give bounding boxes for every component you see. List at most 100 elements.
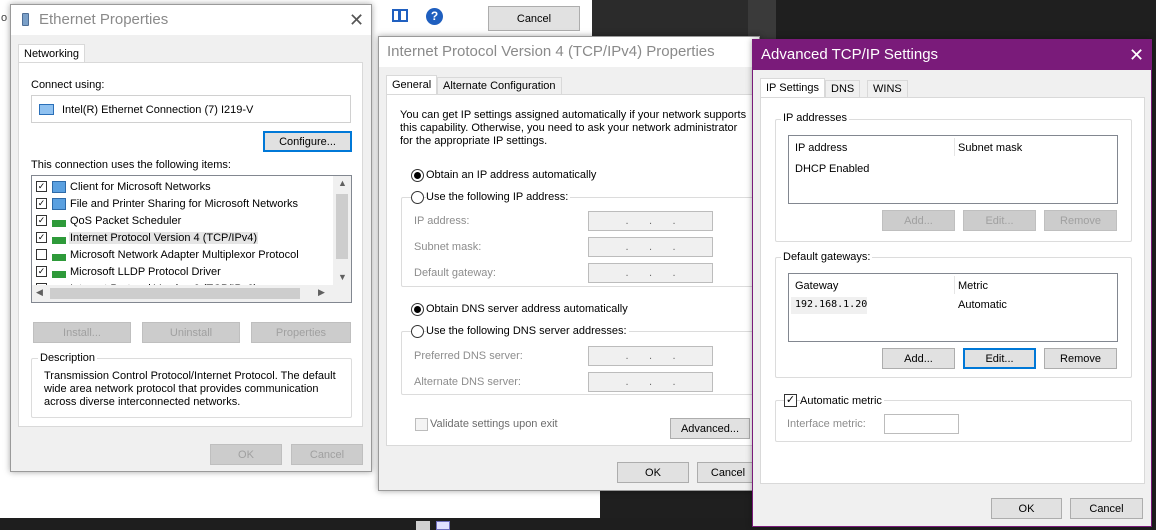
- help-icon[interactable]: ?: [426, 8, 443, 25]
- validate-label[interactable]: Validate settings upon exit: [430, 418, 558, 430]
- alternate-dns-input[interactable]: ...: [588, 372, 713, 392]
- scroll-down-icon[interactable]: ▼: [338, 272, 347, 282]
- scroll-right-icon[interactable]: ▶: [318, 287, 325, 298]
- tab-networking[interactable]: Networking: [18, 44, 86, 63]
- horizontal-scrollbar[interactable]: ◀ ▶: [32, 285, 351, 302]
- list-item[interactable]: Microsoft Network Adapter Multiplexor Pr…: [34, 246, 324, 263]
- install-button[interactable]: Install...: [33, 322, 131, 343]
- item-checkbox[interactable]: ✓: [36, 266, 47, 277]
- list-item[interactable]: ✓ File and Printer Sharing for Microsoft …: [34, 195, 324, 212]
- default-gateway-label: Default gateway:: [414, 267, 496, 279]
- ipv4-ok-button[interactable]: OK: [617, 462, 689, 483]
- tab-dns[interactable]: DNS: [825, 80, 861, 97]
- taskbar-strip: [0, 518, 760, 530]
- adapter-name: Intel(R) Ethernet Connection (7) I219-V: [62, 104, 254, 116]
- protocol-icon: [52, 214, 66, 227]
- ip-addresses-list[interactable]: IP address Subnet mask DHCP Enabled: [788, 135, 1118, 204]
- validate-checkbox[interactable]: [415, 418, 428, 431]
- network-client-icon: [52, 180, 66, 193]
- interface-metric-label: Interface metric:: [787, 418, 866, 430]
- intro-text: You can get IP settings assigned automat…: [400, 109, 747, 147]
- edit-ip-button[interactable]: Edit...: [963, 210, 1036, 231]
- adapter-field: Intel(R) Ethernet Connection (7) I219-V: [31, 95, 351, 123]
- item-label: QoS Packet Scheduler: [70, 214, 182, 227]
- item-checkbox[interactable]: ✓: [36, 215, 47, 226]
- subnet-mask-input[interactable]: ...: [588, 237, 713, 257]
- description-text: Transmission Control Protocol/Internet P…: [44, 370, 336, 408]
- uninstall-button[interactable]: Uninstall: [142, 322, 240, 343]
- list-item[interactable]: ✓ QoS Packet Scheduler: [34, 212, 324, 229]
- advanced-button[interactable]: Advanced...: [670, 418, 750, 439]
- obtain-dns-auto-radio[interactable]: [411, 303, 424, 316]
- properties-button[interactable]: Properties: [251, 322, 351, 343]
- panel-view-icon[interactable]: [392, 9, 408, 22]
- interface-metric-input[interactable]: [884, 414, 959, 434]
- add-ip-button[interactable]: Add...: [882, 210, 955, 231]
- item-checkbox[interactable]: [36, 249, 47, 260]
- automatic-metric-checkbox[interactable]: ✓: [784, 394, 797, 407]
- configure-button[interactable]: Configure...: [263, 131, 352, 152]
- background-fragment-text: o: [1, 12, 8, 24]
- advanced-close-icon[interactable]: ✕: [1129, 46, 1144, 64]
- edit-gateway-button[interactable]: Edit...: [963, 348, 1036, 369]
- gateway-value[interactable]: 192.168.1.20: [795, 299, 867, 310]
- obtain-ip-auto-radio[interactable]: [411, 169, 424, 182]
- network-client-icon: [52, 197, 66, 210]
- col-ip-address[interactable]: IP address: [795, 142, 847, 154]
- network-adapter-icon: [39, 104, 54, 115]
- dhcp-enabled-row[interactable]: DHCP Enabled: [795, 163, 869, 175]
- taskbar-icon-2[interactable]: [436, 521, 450, 530]
- tab-ip-settings[interactable]: IP Settings: [760, 78, 825, 97]
- background-window-edge: [748, 0, 776, 40]
- automatic-metric-label[interactable]: Automatic metric: [800, 395, 884, 407]
- alternate-dns-label: Alternate DNS server:: [414, 376, 521, 388]
- use-following-ip-radio[interactable]: [411, 191, 424, 204]
- item-checkbox[interactable]: ✓: [36, 198, 47, 209]
- use-following-dns-radio[interactable]: [411, 325, 424, 338]
- scroll-left-icon[interactable]: ◀: [36, 287, 43, 298]
- tab-wins[interactable]: WINS: [867, 80, 908, 97]
- close-icon[interactable]: ✕: [349, 11, 364, 29]
- ip-address-input[interactable]: ...: [588, 211, 713, 231]
- scroll-up-icon[interactable]: ▲: [338, 178, 347, 188]
- ethernet-cancel-button[interactable]: Cancel: [291, 444, 363, 465]
- ethernet-ok-button[interactable]: OK: [210, 444, 282, 465]
- vertical-scrollbar[interactable]: ▲ ▼: [333, 176, 351, 285]
- preferred-dns-input[interactable]: ...: [588, 346, 713, 366]
- col-metric[interactable]: Metric: [958, 280, 988, 292]
- obtain-ip-auto-label[interactable]: Obtain an IP address automatically: [426, 169, 596, 181]
- default-gateways-list[interactable]: Gateway Metric 192.168.1.20 Automatic: [788, 273, 1118, 342]
- remove-ip-button[interactable]: Remove: [1044, 210, 1117, 231]
- ethernet-properties-window: Ethernet Properties ✕ Networking Connect…: [10, 4, 372, 472]
- col-gateway[interactable]: Gateway: [795, 280, 838, 292]
- tab-general[interactable]: General: [386, 75, 438, 94]
- taskbar-icon[interactable]: [416, 521, 430, 530]
- list-item[interactable]: ✓ Client for Microsoft Networks: [34, 178, 324, 195]
- use-following-dns-label[interactable]: Use the following DNS server addresses:: [426, 325, 629, 337]
- metric-value[interactable]: Automatic: [958, 299, 1007, 311]
- advanced-ok-button[interactable]: OK: [991, 498, 1062, 519]
- horizontal-scroll-thumb[interactable]: [50, 288, 300, 299]
- default-gateway-input[interactable]: ...: [588, 263, 713, 283]
- obtain-dns-auto-label[interactable]: Obtain DNS server address automatically: [426, 303, 628, 315]
- list-item[interactable]: ✓ Internet Protocol Version 4 (TCP/IPv4): [34, 229, 324, 246]
- ipv4-cancel-button[interactable]: Cancel: [697, 462, 759, 483]
- default-gateways-label: Default gateways:: [781, 251, 873, 263]
- list-item[interactable]: ✓ Microsoft LLDP Protocol Driver: [34, 263, 324, 280]
- vertical-scroll-thumb[interactable]: [336, 194, 348, 259]
- ethernet-window-title: Ethernet Properties: [39, 11, 169, 28]
- use-following-ip-label[interactable]: Use the following IP address:: [426, 191, 571, 203]
- advanced-cancel-button[interactable]: Cancel: [1070, 498, 1143, 519]
- col-subnet-mask[interactable]: Subnet mask: [958, 142, 1022, 154]
- advanced-window-title: Advanced TCP/IP Settings: [761, 46, 939, 63]
- item-checkbox[interactable]: ✓: [36, 232, 47, 243]
- background-cancel-button[interactable]: Cancel: [488, 6, 580, 31]
- item-checkbox[interactable]: ✓: [36, 181, 47, 192]
- add-gateway-button[interactable]: Add...: [882, 348, 955, 369]
- item-label: Internet Protocol Version 4 (TCP/IPv4): [69, 231, 259, 244]
- ip-address-label: IP address:: [414, 215, 470, 227]
- background-window-dark-strip: [592, 0, 752, 40]
- remove-gateway-button[interactable]: Remove: [1044, 348, 1117, 369]
- subnet-mask-label: Subnet mask:: [414, 241, 482, 253]
- tab-alternate-configuration[interactable]: Alternate Configuration: [437, 77, 562, 94]
